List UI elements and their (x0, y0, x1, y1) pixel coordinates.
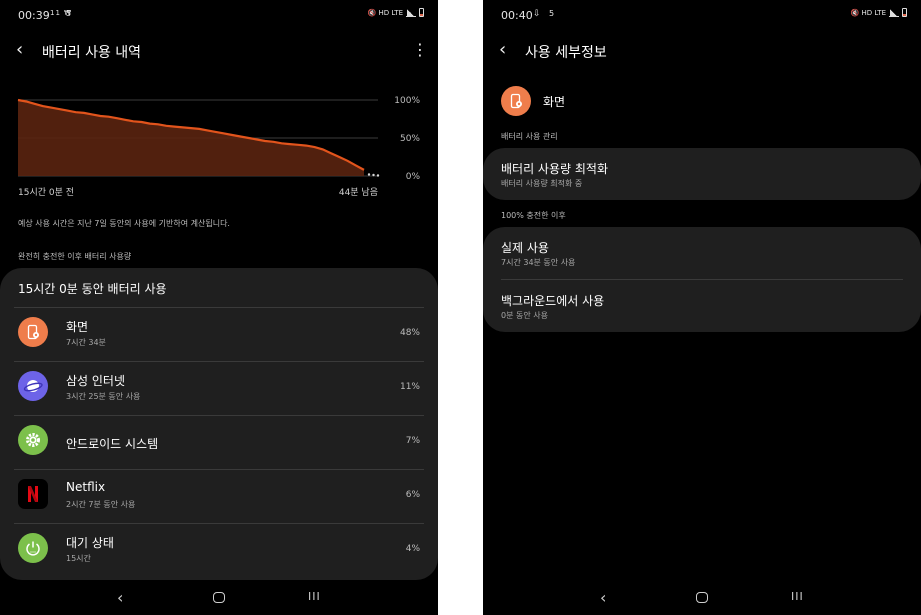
back-arrow-icon[interactable]: ‹ (499, 40, 519, 60)
battery-usage-screen: 00:39 11 ₩ 5 🔇 HD LTE ‹ 배터리 사용 내역 ⋮ 100%… (0, 0, 438, 615)
more-options-icon[interactable]: ⋮ (412, 40, 428, 60)
app-percentage: 4% (405, 544, 420, 554)
app-percentage: 6% (405, 490, 420, 500)
status-notification-count: 5 (66, 9, 72, 18)
nav-home-icon[interactable] (696, 592, 708, 603)
usage-card-title: 15시간 0분 동안 배터리 사용 (18, 282, 167, 296)
page-title: 사용 세부정보 (525, 45, 607, 61)
samsung-internet-icon (18, 371, 48, 401)
list-item-standby[interactable]: 대기 상태 15시간 4% (0, 523, 438, 577)
status-icons: 🔇 HD LTE (368, 8, 424, 17)
nav-back-icon[interactable]: ‹ (600, 588, 606, 607)
nav-recents-icon[interactable]: III (308, 590, 321, 603)
status-bar: 00:39 11 ₩ 5 🔇 HD LTE (0, 0, 438, 30)
usage-breakdown-card: 실제 사용 7시간 34분 동안 사용 백그라운드에서 사용 0분 동안 사용 (483, 227, 921, 332)
page-title: 배터리 사용 내역 (42, 45, 142, 61)
screen-icon (501, 86, 531, 116)
optimize-status: 배터리 사용량 최적화 중 (501, 179, 583, 188)
app-usage-time: 2시간 7분 동안 사용 (66, 500, 136, 509)
group-label-since-full-charge: 100% 충전한 이후 (501, 211, 566, 220)
navigation-bar: ‹ III (0, 580, 438, 615)
download-icon: ⇩ (533, 9, 542, 19)
app-usage-time: 3시간 25분 동안 사용 (66, 392, 141, 401)
battery-icon (419, 8, 424, 17)
actual-usage-time: 7시간 34분 동안 사용 (501, 258, 576, 267)
app-percentage: 7% (405, 436, 420, 446)
signal-icon (406, 8, 416, 17)
battery-chart-svg: 100% 50% 0% 15시간 0분 전 44분 남음 (17, 96, 421, 198)
battery-icon (902, 8, 907, 17)
status-indicators: 🔇 HD LTE (850, 8, 886, 17)
usage-card: 15시간 0분 동안 배터리 사용 화면 7시간 34분 48% 삼성 인터넷 … (0, 268, 438, 580)
standby-power-icon (18, 533, 48, 563)
app-usage-time: 7시간 34분 (66, 338, 106, 347)
list-item-samsung-internet[interactable]: 삼성 인터넷 3시간 25분 동안 사용 11% (0, 361, 438, 415)
projection-dot (372, 173, 375, 177)
y-tick-label: 0% (406, 172, 421, 182)
app-percentage: 48% (399, 328, 420, 338)
actual-usage-title: 실제 사용 (501, 241, 549, 255)
projection-dot (367, 173, 371, 176)
y-tick-label: 100% (394, 96, 420, 106)
list-item-netflix[interactable]: Netflix 2시간 7분 동안 사용 6% (0, 469, 438, 523)
group-label-battery-management: 배터리 사용 관리 (501, 132, 558, 141)
nav-recents-icon[interactable]: III (791, 590, 804, 603)
app-bar: ‹ 배터리 사용 내역 ⋮ (0, 32, 438, 72)
x-axis-start-label: 15시간 0분 전 (18, 187, 74, 198)
status-icons: 🔇 HD LTE (851, 8, 907, 17)
signal-icon (889, 8, 899, 17)
app-name: 안드로이드 시스템 (66, 437, 159, 451)
list-item-screen[interactable]: 화면 7시간 34분 48% (0, 307, 438, 361)
nav-home-icon[interactable] (213, 592, 225, 603)
battery-chart: 100% 50% 0% 15시간 0분 전 44분 남음 (0, 88, 438, 208)
status-bar: 00:40 ⇩ 5 🔇 HD LTE (483, 0, 921, 30)
navigation-bar: ‹ III (483, 580, 921, 615)
status-time: 00:40 (501, 9, 533, 22)
screenshot-divider (438, 0, 483, 615)
app-percentage: 11% (399, 382, 420, 392)
app-bar: ‹ 사용 세부정보 (483, 32, 921, 72)
list-item-android-system[interactable]: 안드로이드 시스템 7% (0, 415, 438, 469)
status-indicators: 🔇 HD LTE (367, 8, 403, 17)
divider (501, 279, 903, 280)
y-tick-label: 50% (400, 134, 420, 144)
screen-icon (18, 317, 48, 347)
projection-dot (376, 174, 380, 177)
app-name: Netflix (66, 480, 106, 494)
detail-item-name: 화면 (543, 95, 566, 109)
optimize-card[interactable]: 배터리 사용량 최적화 배터리 사용량 최적화 중 (483, 148, 921, 200)
background-usage-title: 백그라운드에서 사용 (501, 294, 605, 308)
app-usage-time: 15시간 (66, 554, 91, 563)
app-name: 화면 (66, 320, 89, 334)
netflix-icon (18, 479, 48, 509)
usage-details-screen: 00:40 ⇩ 5 🔇 HD LTE ‹ 사용 세부정보 화면 배터리 사용 관… (483, 0, 921, 615)
optimize-title: 배터리 사용량 최적화 (501, 162, 608, 176)
nav-back-icon[interactable]: ‹ (117, 588, 123, 607)
x-axis-end-label: 44분 남음 (339, 187, 378, 198)
status-notification-count: 5 (549, 9, 555, 18)
app-name: 삼성 인터넷 (66, 374, 126, 388)
section-label-since-charge: 완전히 충전한 이후 배터리 사용량 (18, 252, 132, 261)
background-usage-time: 0분 동안 사용 (501, 311, 548, 320)
status-time: 00:39 (18, 9, 50, 22)
back-arrow-icon[interactable]: ‹ (16, 40, 36, 60)
android-system-gear-icon (18, 425, 48, 455)
app-name: 대기 상태 (66, 536, 114, 550)
estimate-footnote: 예상 사용 시간은 지난 7일 동안의 사용에 기반하여 계산됩니다. (18, 219, 230, 228)
